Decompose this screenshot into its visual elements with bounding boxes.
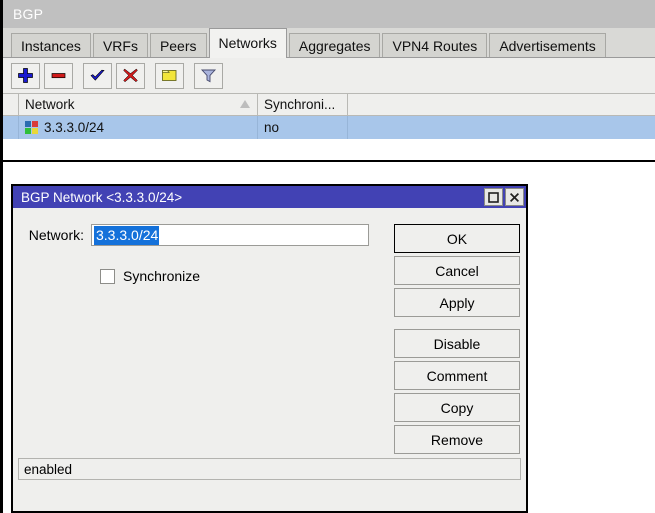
row-synchronize-value: no (264, 120, 279, 135)
dialog-titlebar[interactable]: BGP Network <3.3.3.0/24> (13, 186, 526, 208)
network-entry-icon (25, 121, 38, 134)
dialog-button-column: OK Cancel Apply Disable Comment Copy Remove (394, 224, 520, 457)
copy-button[interactable]: Copy (394, 393, 520, 422)
apply-button[interactable]: Apply (394, 288, 520, 317)
networks-table: Network Synchroni... 3.3.3.0/24 no (3, 94, 655, 162)
dialog-title: BGP Network <3.3.3.0/24> (21, 190, 482, 205)
tab-peers[interactable]: Peers (150, 33, 207, 57)
table-empty-area (3, 139, 655, 160)
network-input[interactable]: 3.3.3.0/24 (91, 224, 369, 246)
window-titlebar: BGP (3, 0, 655, 28)
minus-icon (50, 67, 67, 84)
maximize-button[interactable] (484, 188, 503, 206)
sort-ascending-icon (240, 100, 250, 108)
window-title: BGP (13, 6, 43, 22)
disable-button[interactable] (116, 63, 145, 89)
tab-advertisements[interactable]: Advertisements (489, 33, 605, 57)
column-header-flags[interactable] (3, 94, 19, 115)
comment-button[interactable]: Comment (394, 361, 520, 390)
remove-button[interactable]: Remove (394, 425, 520, 454)
column-header-network[interactable]: Network (19, 94, 258, 115)
tab-instances[interactable]: Instances (11, 33, 91, 57)
toolbar (3, 58, 655, 94)
synchronize-row: Synchronize (100, 268, 200, 284)
note-icon (161, 67, 178, 84)
network-input-value: 3.3.3.0/24 (94, 226, 159, 245)
add-button[interactable] (11, 63, 40, 89)
ok-button[interactable]: OK (394, 224, 520, 253)
tab-aggregates[interactable]: Aggregates (289, 33, 381, 57)
check-icon (89, 67, 106, 84)
cancel-button[interactable]: Cancel (394, 256, 520, 285)
row-synchronize-cell[interactable]: no (258, 116, 348, 139)
row-flags-cell (3, 116, 19, 139)
plus-icon (17, 67, 34, 84)
table-header-row: Network Synchroni... (3, 94, 655, 116)
column-header-empty[interactable] (348, 94, 655, 115)
tab-bar: InstancesVRFsPeersNetworksAggregatesVPN4… (3, 28, 655, 58)
synchronize-label: Synchronize (123, 268, 200, 284)
comment-button[interactable] (155, 63, 184, 89)
filter-button[interactable] (194, 63, 223, 89)
bgp-network-dialog: BGP Network <3.3.3.0/24> Network: 3.3.3.… (11, 184, 528, 513)
remove-button[interactable] (44, 63, 73, 89)
tab-networks[interactable]: Networks (209, 28, 287, 58)
synchronize-checkbox[interactable] (100, 269, 115, 284)
funnel-icon (200, 67, 217, 84)
column-header-synchronize-label: Synchroni... (264, 97, 335, 112)
disable-button[interactable]: Disable (394, 329, 520, 358)
bgp-window: BGP InstancesVRFsPeersNetworksAggregates… (0, 0, 655, 513)
column-header-network-label: Network (25, 97, 75, 112)
network-field-row: Network: 3.3.3.0/24 (13, 224, 393, 246)
tab-vpn4-routes[interactable]: VPN4 Routes (382, 33, 487, 57)
table-row[interactable]: 3.3.3.0/24 no (3, 116, 655, 139)
row-network-cell[interactable]: 3.3.3.0/24 (19, 116, 258, 139)
maximize-icon (488, 192, 499, 203)
dialog-body: Network: 3.3.3.0/24 Synchronize OK Cancel… (13, 208, 526, 485)
column-header-synchronize[interactable]: Synchroni... (258, 94, 348, 115)
cross-icon (122, 67, 139, 84)
close-button[interactable] (505, 188, 524, 206)
dialog-status-bar: enabled (18, 458, 521, 480)
enable-button[interactable] (83, 63, 112, 89)
tab-vrfs[interactable]: VRFs (93, 33, 148, 57)
network-field-label: Network: (13, 227, 91, 243)
close-icon (509, 192, 520, 203)
row-empty-cell (348, 116, 655, 139)
status-text: enabled (24, 462, 72, 477)
row-network-value: 3.3.3.0/24 (44, 120, 104, 135)
